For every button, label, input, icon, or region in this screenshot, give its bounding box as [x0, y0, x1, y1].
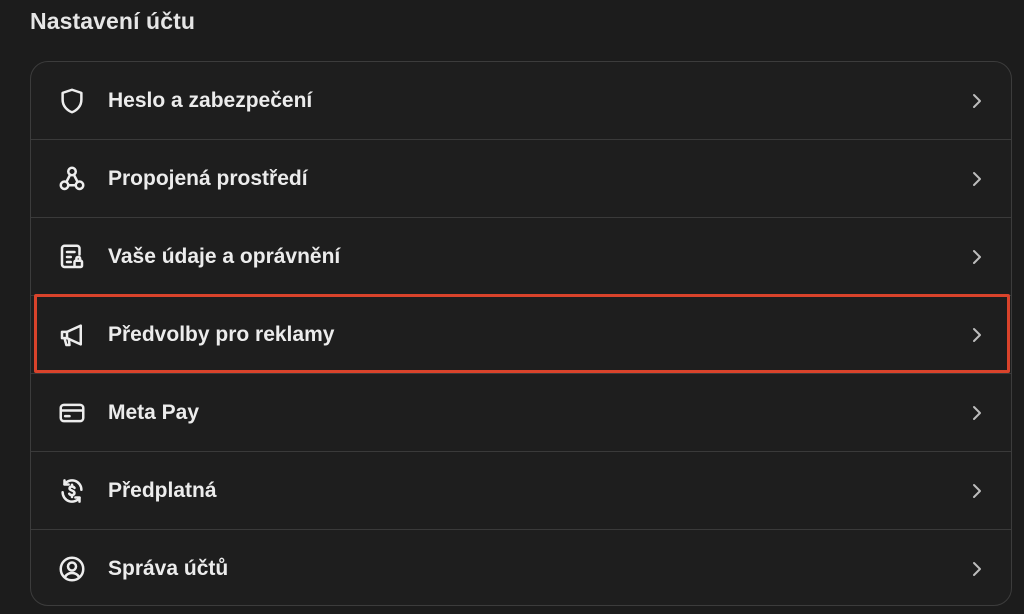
settings-item-meta-pay[interactable]: Meta Pay	[31, 374, 1011, 452]
chevron-right-icon	[969, 247, 985, 267]
settings-item-label: Předplatná	[108, 478, 217, 502]
chevron-right-icon	[969, 481, 985, 501]
data-permissions-icon	[55, 240, 89, 274]
connected-nodes-icon	[55, 162, 89, 196]
megaphone-icon	[55, 318, 89, 352]
settings-list: Heslo a zabezpečení Propojená prostředí	[30, 61, 1012, 606]
settings-item-label: Správa účtů	[108, 557, 229, 580]
account-circle-icon	[55, 552, 89, 586]
settings-item-connected-experiences[interactable]: Propojená prostředí	[31, 140, 1011, 218]
chevron-right-icon	[969, 559, 985, 579]
settings-item-label: Předvolby pro reklamy	[108, 322, 335, 346]
card-icon	[55, 396, 89, 430]
settings-item-ad-preferences[interactable]: Předvolby pro reklamy	[31, 296, 1011, 374]
settings-item-data-permissions[interactable]: Vaše údaje a oprávnění	[31, 218, 1011, 296]
settings-item-password-security[interactable]: Heslo a zabezpečení	[31, 62, 1011, 140]
settings-item-label: Propojená prostředí	[108, 166, 308, 190]
shield-icon	[55, 84, 89, 118]
settings-item-subscriptions[interactable]: Předplatná	[31, 452, 1011, 530]
chevron-right-icon	[969, 403, 985, 423]
settings-item-label: Vaše údaje a oprávnění	[108, 244, 341, 268]
settings-item-label: Meta Pay	[108, 400, 200, 424]
chevron-right-icon	[969, 91, 985, 111]
settings-item-label: Heslo a zabezpečení	[108, 88, 313, 112]
account-settings-page: Nastavení účtu Heslo a zabezpečení Propo…	[0, 0, 1024, 614]
chevron-right-icon	[969, 169, 985, 189]
section-title: Nastavení účtu	[30, 8, 196, 34]
settings-item-account-management[interactable]: Správa účtů	[31, 530, 1011, 605]
subscription-dollar-icon	[55, 474, 89, 508]
chevron-right-icon	[969, 325, 985, 345]
